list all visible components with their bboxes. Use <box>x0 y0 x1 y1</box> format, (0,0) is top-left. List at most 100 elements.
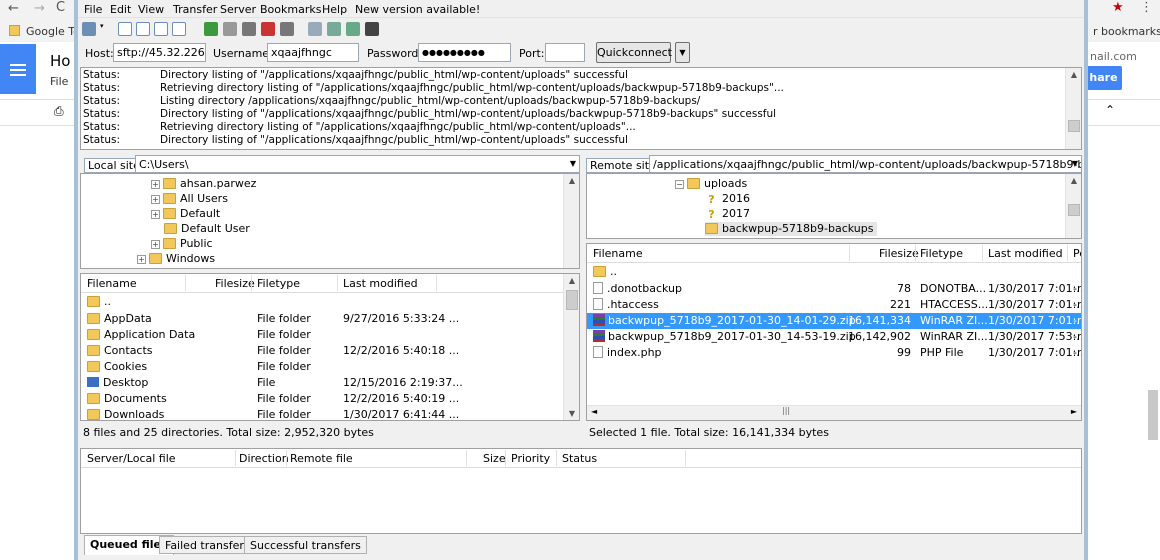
log-scrollbar[interactable]: ▲ <box>1065 68 1081 149</box>
menu-file[interactable]: File <box>84 3 102 16</box>
menu-edit[interactable]: Edit <box>110 3 131 16</box>
disconnect-icon[interactable] <box>261 22 275 36</box>
local-row[interactable]: Documents File folder 12/2/2016 5:40:19 ..… <box>81 391 579 407</box>
local-row[interactable]: .. <box>81 294 579 310</box>
menu-transfer[interactable]: Transfer <box>173 3 217 16</box>
tree-node-default-user[interactable]: Default User <box>164 222 250 236</box>
compare-icon[interactable] <box>327 22 341 36</box>
site-manager-dropdown-icon[interactable]: ▾ <box>100 22 107 36</box>
back-icon[interactable]: ← <box>8 1 19 16</box>
port-label: Port: <box>519 47 545 60</box>
menu-help[interactable]: Help <box>322 3 347 16</box>
doc-menu[interactable]: File <box>50 75 68 88</box>
cancel-operation-icon[interactable] <box>242 22 256 36</box>
col-size[interactable]: Size <box>483 452 506 465</box>
remote-row[interactable]: .donotbackup 78 DONOTBA... 1/30/2017 7:01:.… <box>587 281 1081 297</box>
col-status[interactable]: Status <box>562 452 597 465</box>
col-filetype[interactable]: Filetype <box>257 277 300 290</box>
tab-failed-transfers[interactable]: Failed transfers <box>159 536 256 554</box>
toggle-log-icon[interactable] <box>118 22 132 36</box>
remote-row[interactable]: .. <box>587 264 1081 280</box>
page-scrollbar-thumb[interactable] <box>1148 390 1158 440</box>
menu-kebab-icon[interactable]: ⋮ <box>1140 0 1153 15</box>
local-list-scrollbar[interactable]: ▲ ▼ <box>563 274 579 420</box>
queue-header: Server/Local file Direction Remote file … <box>81 449 1081 468</box>
reload-icon[interactable]: C <box>56 0 65 15</box>
menu-server[interactable]: Server <box>220 3 256 16</box>
find-files-icon[interactable] <box>365 22 379 36</box>
remote-row[interactable]: index.php99PHP File1/30/2017 7:01:...-rv <box>587 345 1081 361</box>
host-label: Host: <box>85 47 114 60</box>
other-bookmarks[interactable]: r bookmarks <box>1093 25 1160 38</box>
site-manager-icon[interactable] <box>82 22 96 36</box>
tree-node-2016[interactable]: ? 2016 <box>705 192 750 206</box>
local-row[interactable]: Application Data File folder <box>81 327 579 343</box>
remote-row-selected[interactable]: backwpup_5718b9_2017-01-30_14-01-29.zip 1… <box>587 313 1081 329</box>
tree-node-default[interactable]: + Default <box>151 207 220 221</box>
col-filename[interactable]: Filename <box>593 247 643 260</box>
remote-row[interactable]: .htaccess 221 HTACCESS... 1/30/2017 7:01:..… <box>587 297 1081 313</box>
col-filetype[interactable]: Filetype <box>920 247 963 260</box>
sync-browse-icon[interactable] <box>346 22 360 36</box>
tree-node-uploads[interactable]: − uploads <box>675 177 747 191</box>
tree-node-2017[interactable]: ? 2017 <box>705 207 750 221</box>
local-tree-scrollbar[interactable]: ▲ <box>563 174 579 268</box>
account-email: nail.com <box>1090 50 1137 63</box>
col-filesize[interactable]: Filesize <box>879 247 919 260</box>
reconnect-icon[interactable] <box>280 22 294 36</box>
tree-node-backwpup[interactable]: backwpup-5718b9-backups <box>705 222 878 236</box>
tab-successful-transfers[interactable]: Successful transfers <box>244 536 367 554</box>
tree-node-ahsan[interactable]: + ahsan.parwez <box>151 177 256 191</box>
forward-icon[interactable]: → <box>34 1 45 16</box>
refresh-icon[interactable] <box>204 22 218 36</box>
remote-row[interactable]: backwpup_5718b9_2017-01-30_14-53-19.zip 1… <box>587 329 1081 345</box>
col-server-local-file[interactable]: Server/Local file <box>87 452 176 465</box>
local-row[interactable]: Cookies File folder <box>81 359 579 375</box>
col-priority[interactable]: Priority <box>511 452 550 465</box>
tree-node-public[interactable]: + Public <box>151 237 213 251</box>
bookmark-item[interactable]: Google To <box>26 25 80 38</box>
log-scroll-thumb[interactable] <box>1068 120 1080 132</box>
toggle-queue-icon[interactable] <box>172 22 186 36</box>
col-remote-file[interactable]: Remote file <box>290 452 353 465</box>
col-last-modified[interactable]: Last modified <box>988 247 1063 260</box>
col-filesize[interactable]: Filesize <box>215 277 255 290</box>
tree-node-windows[interactable]: + Windows <box>137 252 215 266</box>
username-input[interactable]: xqaajfhngc <box>267 43 359 62</box>
star-icon[interactable]: ★ <box>1112 0 1124 15</box>
remote-site-input[interactable]: /applications/xqaajfhngc/public_html/wp-… <box>649 155 1082 173</box>
remote-list-hscrollbar[interactable]: ◄ ||| ► <box>587 405 1081 420</box>
toggle-remote-tree-icon[interactable] <box>154 22 168 36</box>
process-queue-icon[interactable] <box>223 22 237 36</box>
port-input[interactable] <box>545 43 585 62</box>
message-log: Status: Directory listing of "/applicatio… <box>80 67 1082 150</box>
remote-site-dropdown-icon[interactable]: ▼ <box>1072 159 1078 168</box>
toggle-local-tree-icon[interactable] <box>136 22 150 36</box>
host-input[interactable]: sftp://45.32.226.107 <box>113 43 206 62</box>
share-button[interactable]: hare <box>1085 66 1122 90</box>
menu-view[interactable]: View <box>138 3 164 16</box>
password-input[interactable]: ●●●●●●●●● <box>418 43 511 62</box>
quickconnect-dropdown-icon[interactable]: ▼ <box>675 42 690 63</box>
local-site-dropdown-icon[interactable]: ▼ <box>570 159 576 168</box>
remote-tree-scrollbar[interactable]: ▲ <box>1065 174 1081 238</box>
local-row[interactable]: AppData File folder 9/27/2016 5:33:24 ... <box>81 311 579 327</box>
tree-node-all-users[interactable]: + All Users <box>151 192 228 206</box>
filter-icon[interactable] <box>308 22 322 36</box>
local-row[interactable]: Downloads File folder 1/30/2017 6:41:44 ..… <box>81 407 579 420</box>
menu-new-version[interactable]: New version available! <box>355 3 480 16</box>
local-site-input[interactable]: C:\Users\ <box>135 155 580 173</box>
remote-tree: − uploads ? 2016 ? 2017 backwpup-5718b9-bac… <box>586 173 1082 239</box>
local-file-list: Filename Filesize Filetype Last modified… <box>80 273 580 421</box>
doc-title[interactable]: Ho <box>50 52 70 70</box>
col-last-modified[interactable]: Last modified <box>343 277 418 290</box>
local-row[interactable]: Desktop File 12/15/2016 2:19:37... <box>81 375 579 391</box>
collapse-icon[interactable]: ⌃ <box>1105 103 1115 117</box>
col-direction[interactable]: Direction <box>239 452 289 465</box>
col-permissions[interactable]: Pe <box>1073 247 1081 260</box>
col-filename[interactable]: Filename <box>87 277 137 290</box>
quickconnect-button[interactable]: Quickconnect <box>596 42 672 63</box>
local-row[interactable]: Contacts File folder 12/2/2016 5:40:18 ... <box>81 343 579 359</box>
print-icon[interactable]: ⎙ <box>54 104 64 119</box>
menu-bookmarks[interactable]: Bookmarks <box>260 3 321 16</box>
